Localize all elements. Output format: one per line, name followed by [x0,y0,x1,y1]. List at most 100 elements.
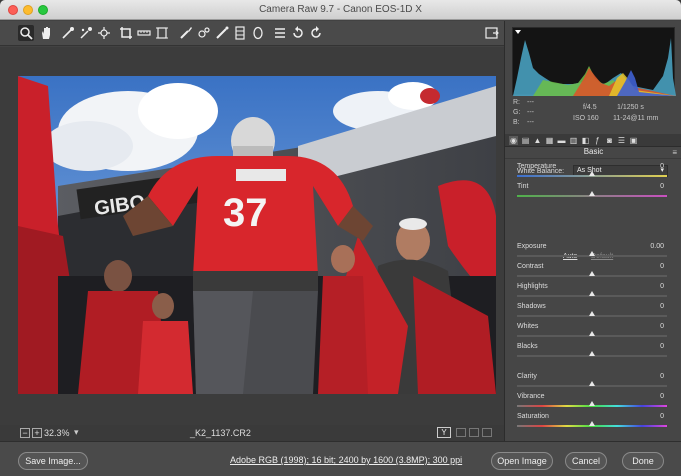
exposure-value[interactable]: 0.00 [650,243,664,250]
red-eye-icon[interactable] [196,25,212,41]
graduated-filter-icon[interactable] [232,25,248,41]
highlights-value[interactable]: 0 [660,283,664,290]
spot-removal-icon[interactable] [178,25,194,41]
vibrance-slider-thumb[interactable] [589,401,595,406]
whites-value[interactable]: 0 [660,323,664,330]
shadows-slider[interactable]: Shadows 0 [505,303,681,323]
vibrance-slider[interactable]: Vibrance 0 [505,393,681,413]
clarity-value[interactable]: 0 [660,373,664,380]
swap-settings-icon[interactable] [456,428,466,437]
rotate-right-icon[interactable] [308,25,324,41]
exposure-slider[interactable]: Exposure 0.00 [505,243,681,263]
basic-tab-icon[interactable]: ◉ [509,136,518,145]
saturation-value[interactable]: 0 [660,413,664,420]
preferences-icon[interactable] [272,25,288,41]
contrast-label: Contrast [517,263,544,270]
saturation-label: Saturation [517,413,549,420]
clarity-slider[interactable]: Clarity 0 [505,373,681,393]
tint-slider-thumb[interactable] [589,191,595,196]
cancel-button[interactable]: Cancel [565,452,607,470]
b-value: --- [527,119,534,126]
tint-slider[interactable]: Tint 0 [505,183,681,203]
shutter-value: 1/1250 s [617,104,644,111]
iso-value: ISO 160 [573,115,599,122]
saturation-slider-thumb[interactable] [589,421,595,426]
exposure-label: Exposure [517,243,547,250]
window-title: Camera Raw 9.7 - Canon EOS-1D X [259,4,422,15]
tint-value[interactable]: 0 [660,183,664,190]
open-image-button[interactable]: Open Image [491,452,553,470]
panel-tabs: ◉ ▤ ▲ ▦ ▬ ▥ ◧ ƒ ◙ ☰ ▣ [505,134,681,147]
aperture-value: f/4.5 [583,104,597,111]
filename-label: _K2_1137.CR2 [190,428,251,438]
highlights-slider[interactable]: Highlights 0 [505,283,681,303]
shadows-label: Shadows [517,303,546,310]
highlights-slider-thumb[interactable] [589,291,595,296]
blacks-slider-thumb[interactable] [589,351,595,356]
jersey-number: 37 [223,191,268,235]
zoom-out-button[interactable]: − [20,428,30,438]
presets-tab-icon[interactable]: ☰ [617,136,626,145]
copy-settings-icon[interactable] [469,428,479,437]
rotate-left-icon[interactable] [290,25,306,41]
histogram [512,27,676,96]
photo-preview[interactable]: GIBO 37 [18,76,496,394]
blacks-value[interactable]: 0 [660,343,664,350]
effects-tab-icon[interactable]: ◧ [581,136,590,145]
temperature-slider[interactable]: Temperature 0 [505,163,681,183]
contrast-value[interactable]: 0 [660,263,664,270]
temperature-value[interactable]: 0 [660,163,664,170]
camera-calibration-tab-icon[interactable]: ◙ [605,136,614,145]
shadows-value[interactable]: 0 [660,303,664,310]
lens-corrections-tab-icon[interactable]: ▥ [569,136,578,145]
before-after-toggle[interactable]: Y [437,427,451,438]
zoom-in-button[interactable]: + [32,428,42,438]
saturation-slider[interactable]: Saturation 0 [505,413,681,433]
color-sampler-icon[interactable] [78,25,94,41]
transform-icon[interactable] [154,25,170,41]
g-value: --- [527,109,534,116]
preview-settings-icon[interactable] [482,428,492,437]
contrast-slider-thumb[interactable] [589,271,595,276]
done-button[interactable]: Done [622,452,664,470]
straighten-icon[interactable] [136,25,152,41]
fx-tab-icon[interactable]: ƒ [593,136,602,145]
split-toning-tab-icon[interactable]: ▬ [557,136,566,145]
zoom-level: 32.3% [44,428,70,438]
snapshots-tab-icon[interactable]: ▣ [629,136,638,145]
crop-icon[interactable] [118,25,134,41]
tone-curve-tab-icon[interactable]: ▤ [521,136,530,145]
camera-raw-window: Camera Raw 9.7 - Canon EOS-1D X GIBO 37 … [0,0,681,476]
clarity-slider-thumb[interactable] [589,381,595,386]
vibrance-value[interactable]: 0 [660,393,664,400]
blacks-slider[interactable]: Blacks 0 [505,343,681,363]
targeted-adjustment-icon[interactable] [96,25,112,41]
contrast-slider[interactable]: Contrast 0 [505,263,681,283]
r-label: R: [513,99,520,106]
blacks-label: Blacks [517,343,538,350]
workflow-options-link[interactable]: Adobe RGB (1998); 16 bit; 2400 by 1600 (… [230,455,462,465]
whites-slider-thumb[interactable] [589,331,595,336]
temperature-slider-thumb[interactable] [589,171,595,176]
exposure-slider-thumb[interactable] [589,251,595,256]
shadows-slider-thumb[interactable] [589,311,595,316]
white-balance-icon[interactable] [60,25,76,41]
histogram-graph [513,30,676,96]
detail-tab-icon[interactable]: ▲ [533,136,542,145]
zoom-icon[interactable] [18,25,34,41]
save-image-button[interactable]: Save Image... [18,452,88,470]
lens-value: 11-24@11 mm [613,115,659,122]
panel-menu-icon[interactable]: ≡ [672,148,677,157]
r-value: --- [527,99,534,106]
dialog-footer: Save Image... Adobe RGB (1998); 16 bit; … [0,441,681,476]
hsl-tab-icon[interactable]: ▦ [545,136,554,145]
adjustment-brush-icon[interactable] [214,25,230,41]
radial-filter-icon[interactable] [250,25,266,41]
whites-slider[interactable]: Whites 0 [505,323,681,343]
toggle-fullscreen-icon[interactable] [484,25,500,41]
whites-label: Whites [517,323,539,330]
adjustments-panel: R: --- G: --- B: --- f/4.5 1/1250 s ISO … [504,21,681,441]
hand-icon[interactable] [38,25,54,41]
zoom-dropdown[interactable]: ▾ [74,427,79,438]
histogram-readout: R: --- G: --- B: --- f/4.5 1/1250 s ISO … [513,97,673,133]
